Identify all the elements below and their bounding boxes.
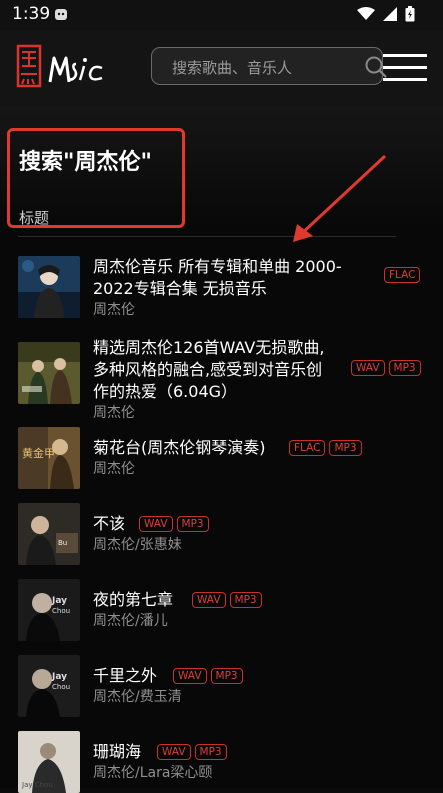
album-cover: Jay Chou [18, 655, 80, 717]
result-text: 周杰伦音乐 所有专辑和单曲 2000- 2022专辑合集 无损音乐 周杰伦 [93, 256, 383, 319]
app-header: 搜索歌曲、音乐人 [0, 30, 443, 106]
search-placeholder: 搜索歌曲、音乐人 [172, 59, 293, 77]
album-cover: 黄金甲 [18, 427, 80, 489]
app-notification-icon [55, 9, 67, 20]
format-badge: MP3 [194, 744, 227, 760]
format-badges: WAV MP3 [351, 360, 421, 376]
album-cover: Bu [18, 503, 80, 565]
result-artist: 周杰伦/张惠妹 [93, 537, 182, 553]
format-badge: MP3 [229, 592, 262, 608]
page-title: 搜索"周杰伦" [19, 150, 152, 175]
svg-text:Chou: Chou [52, 607, 70, 615]
format-badge: MP3 [329, 440, 362, 456]
album-cover: Jay Chou [18, 731, 80, 793]
search-results-page: 搜索"周杰伦" 标题 周杰伦音乐 所有专辑和单曲 2000- 2022专辑合集 … [0, 106, 443, 793]
svg-text:Bu: Bu [58, 539, 67, 547]
format-badge: MP3 [210, 668, 243, 684]
format-badge: WAV [192, 592, 226, 608]
format-badge: WAV [157, 744, 191, 760]
svg-text:Chou: Chou [52, 683, 70, 691]
status-icons [357, 6, 415, 22]
column-label-title: 标题 [19, 209, 50, 227]
format-badge: MP3 [388, 360, 421, 376]
format-badges: WAV MP3 [173, 668, 243, 684]
svg-text:黄金甲: 黄金甲 [22, 446, 55, 460]
battery-icon [405, 6, 415, 22]
status-bar: 1:39 [0, 0, 443, 30]
format-badge: WAV [139, 516, 173, 532]
format-badges: FLAC [384, 267, 421, 283]
format-badge: MP3 [176, 516, 209, 532]
result-text: 珊瑚海 周杰伦/Lara梁心颐 [93, 731, 383, 782]
svg-text:Jay: Jay [51, 596, 67, 606]
album-cover [18, 256, 80, 318]
result-artist: 周杰伦/Lara梁心颐 [93, 765, 213, 781]
result-artist: 周杰伦/费玉清 [93, 689, 182, 705]
result-title: 精选周杰伦126首WAV无损歌曲, 多种风格的融合,感受到对音乐创 作的热爱（6… [93, 338, 325, 401]
search-input[interactable]: 搜索歌曲、音乐人 [151, 47, 387, 85]
wifi-icon [357, 7, 375, 20]
format-badges: FLAC MP3 [289, 440, 362, 456]
result-text: 不该 周杰伦/张惠妹 [93, 503, 383, 554]
result-artist: 周杰伦 [93, 405, 135, 421]
format-badges: WAV MP3 [192, 592, 262, 608]
result-title: 珊瑚海 [93, 742, 142, 761]
format-badge: WAV [173, 668, 207, 684]
format-badge: FLAC [384, 267, 421, 283]
result-artist: 周杰伦/潘儿 [93, 613, 168, 629]
result-artist: 周杰伦 [93, 302, 135, 318]
menu-icon[interactable] [383, 52, 427, 84]
signal-icon [383, 7, 397, 21]
format-badges: WAV MP3 [157, 744, 227, 760]
annotation-arrow-icon [293, 154, 387, 242]
format-badge: FLAC [289, 440, 326, 456]
status-time: 1:39 [12, 4, 51, 24]
format-badges: WAV MP3 [139, 516, 209, 532]
result-artist: 周杰伦 [93, 461, 135, 477]
result-title: 周杰伦音乐 所有专辑和单曲 2000- 2022专辑合集 无损音乐 [93, 257, 342, 298]
result-text: 精选周杰伦126首WAV无损歌曲, 多种风格的融合,感受到对音乐创 作的热爱（6… [93, 337, 383, 422]
app-logo[interactable] [16, 44, 116, 92]
album-cover: Jay Chou [18, 579, 80, 641]
format-badge: WAV [351, 360, 385, 376]
album-cover [18, 342, 80, 404]
svg-text:Jay: Jay [51, 672, 67, 682]
result-title: 不该 [93, 514, 126, 533]
